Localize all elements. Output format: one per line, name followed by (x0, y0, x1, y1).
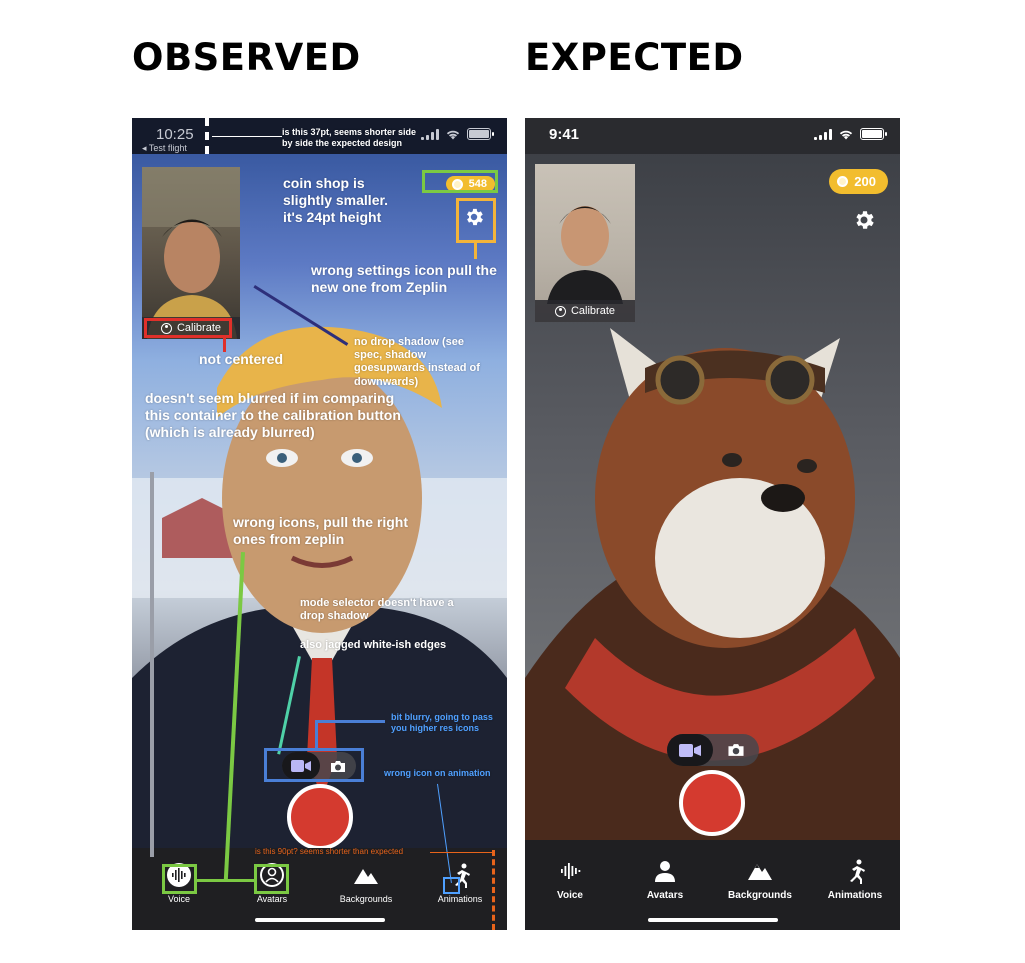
camera-user-face (547, 206, 623, 304)
camera-preview: Calibrate (142, 167, 240, 339)
voice-waveform-icon (561, 863, 581, 879)
annotation-coin-shop: coin shop is slightly smaller. it's 24pt… (283, 175, 389, 225)
tab-avatars[interactable]: Avatars (620, 858, 710, 901)
video-camera-icon (679, 743, 701, 757)
tab-animations-label: Animations (437, 894, 483, 904)
status-height-marker (205, 118, 209, 154)
tab-bar: Voice Avatars Backgrounds Animations (525, 840, 900, 930)
coin-count: 200 (854, 174, 876, 189)
mode-selector (667, 734, 759, 766)
annotation-wrong-anim-icon: wrong icon on animation (384, 768, 491, 778)
annotation-drop-shadow: no drop shadow (see spec, shadow goesupw… (354, 336, 480, 388)
annotation-not-centered: not centered (199, 351, 284, 367)
tab-avatars-label: Avatars (646, 890, 684, 901)
wrong-icons-connector (197, 879, 254, 882)
annotation-blurry-icons: bit blurry, going to pass you higher res… (391, 712, 493, 733)
running-figure-icon (850, 859, 865, 884)
tab-backgrounds-label: Backgrounds (728, 890, 792, 901)
tab-voice-label: Voice (557, 890, 583, 901)
tab-backgrounds[interactable]: Backgrounds (321, 862, 411, 904)
mountains-icon (354, 869, 378, 884)
tab-animations[interactable]: Animations (810, 858, 900, 901)
settings-leader (474, 243, 477, 259)
expected-phone-screen: 9:41 Calibrate 200 Voice Avatars Backgro… (525, 118, 900, 930)
coin-icon (837, 176, 849, 187)
calibrate-icon (554, 305, 566, 317)
calibrate-highlight-box (144, 318, 232, 338)
camera-preview: Calibrate (535, 164, 635, 322)
settings-highlight-box (456, 198, 496, 243)
home-indicator (254, 918, 385, 922)
tab-animations-label: Animations (827, 890, 883, 901)
calibrate-label: Calibrate (570, 305, 616, 317)
tab-voice-label: Voice (167, 894, 191, 904)
coin-shop-button[interactable]: 200 (829, 169, 888, 194)
tabbar-height-marker (492, 850, 495, 930)
annotation-jagged: also jagged white-ish edges (300, 639, 447, 651)
annotation-mode-shadow: mode selector doesn't have a drop shadow (300, 597, 454, 623)
annotation-status-height: is this 37pt, seems shorter side by side… (282, 127, 417, 148)
animations-tab-highlight-box (443, 877, 460, 894)
record-button[interactable] (287, 784, 353, 850)
mode-selector-highlight-box (264, 748, 364, 782)
record-button[interactable] (679, 770, 745, 836)
avatars-tab-highlight-box (254, 864, 289, 894)
annotation-tabbar-height: is this 90pt? seems shorter than expecte… (255, 847, 404, 856)
tab-voice[interactable]: Voice (525, 858, 615, 901)
calibrate-button[interactable]: Calibrate (535, 300, 635, 322)
camera-user-face (142, 167, 240, 339)
tab-backgrounds-label: Backgrounds (339, 894, 393, 904)
mode-selector-leader (315, 720, 318, 748)
mountains-icon (748, 864, 772, 880)
status-height-leader (212, 136, 282, 137)
observed-heading: OBSERVED (132, 36, 361, 79)
mode-selector-leader-top (315, 720, 385, 723)
coin-highlight-box (422, 170, 498, 193)
blur-marker (150, 472, 154, 857)
expected-heading: EXPECTED (525, 36, 744, 79)
annotation-blur: doesn't seem blurred if im comparing thi… (145, 390, 401, 440)
photo-camera-icon (728, 744, 744, 756)
video-mode-button[interactable] (667, 734, 713, 766)
annotation-wrong-icons: wrong icons, pull the right ones from ze… (233, 514, 408, 547)
annotation-settings-icon: wrong settings icon pull the new one fro… (311, 262, 497, 295)
calibrate-leader (223, 338, 226, 352)
settings-gear-icon[interactable] (852, 208, 876, 232)
tab-backgrounds[interactable]: Backgrounds (715, 858, 805, 901)
person-icon (655, 861, 675, 882)
tabbar-height-leader (430, 852, 494, 853)
tab-avatars-label: Avatars (256, 894, 288, 904)
photo-mode-button[interactable] (713, 743, 759, 757)
voice-tab-highlight-box (162, 864, 197, 894)
home-indicator (647, 918, 778, 922)
